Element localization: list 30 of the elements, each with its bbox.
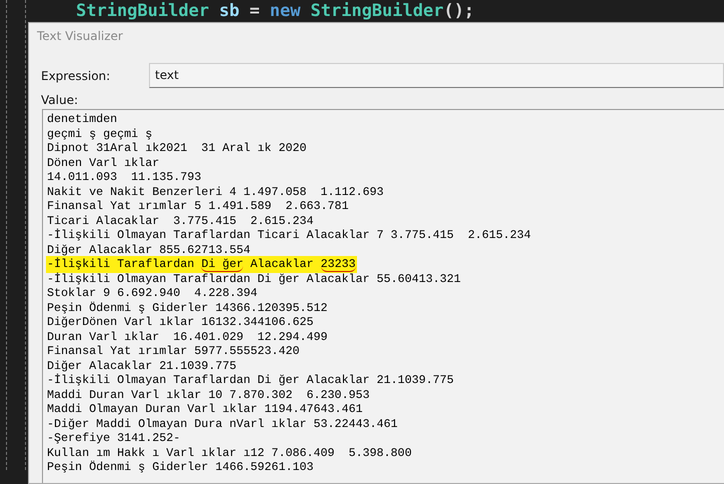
text-line: -İlişkili Olmayan Taraflardan Di ğer Alacaklar 21.1039.775 [47,373,454,388]
expression-label: Expression: [40,68,112,82]
value-label: Value: [40,92,79,109]
code-line: StringBuilder sb = new StringBuilder(); [75,0,476,22]
text-line: -İlişkili Olmayan Taraflardan Di ğer Alacaklar 55.60413.321 [47,272,461,286]
text-line: DiğerDönen Varl ıklar 16132.344106.625 [47,315,314,330]
text-line: -Diğer Maddi Olmayan Dura nVarl ıklar 53.22443.461 [47,416,398,431]
text-line: Stoklar 9 6.692.940 4.228.394 [47,286,258,300]
value-text-area[interactable] [42,109,724,483]
text-line: geçmi ş geçmi ş [47,126,152,141]
text-line: denetimden [47,112,118,126]
text-line: Finansal Yat ırımlar 5977.555523.420 [47,344,300,358]
text-line: Kullan ım Hakk ı Varl ıklar ı12 7.086.409 5.398.800 [47,446,412,460]
text-line: Diğer Alacaklar 21.1039.775 [47,358,236,373]
text-line: Peşin Ödenmi ş Giderler 14366.120395.512 [47,300,328,315]
text-line: Ticari Alacaklar 3.775.415 2.615.234 [47,214,314,228]
text-line: Diğer Alacaklar 855.62713.554 [47,242,250,257]
window-title: Text Visualizer [36,28,124,45]
text-line: Nakit ve Nakit Benzerleri 4 1.497.058 1.112.693 [47,184,384,199]
text-line: 14.011.093 11.135.793 [47,170,202,184]
text-line: Dipnot 31Aral ık2021 31 Aral ık 2020 [47,141,307,156]
text-line: -Şerefiye 3141.252- [47,431,180,446]
text-line: Peşin Ödenmi ş Giderler 1466.59261.103 [47,460,314,474]
text-line: -İlişkili Olmayan Taraflardan Ticari Alacaklar 7 3.775.415 2.615.234 [47,228,531,242]
text-line: Maddi Olmayan Duran Varl ıklar 1194.47643.461 [47,402,363,416]
text-line: Dönen Varl ıklar [47,156,160,170]
text-line: Finansal Yat ırımlar 5 1.491.589 2.663.781 [47,199,349,214]
text-line: Duran Varl ıklar 16.401.029 12.294.499 [47,330,328,344]
text-line: Maddi Duran Varl ıklar 10 7.870.302 6.230.953 [47,388,370,402]
expression-field[interactable]: text [149,63,724,88]
